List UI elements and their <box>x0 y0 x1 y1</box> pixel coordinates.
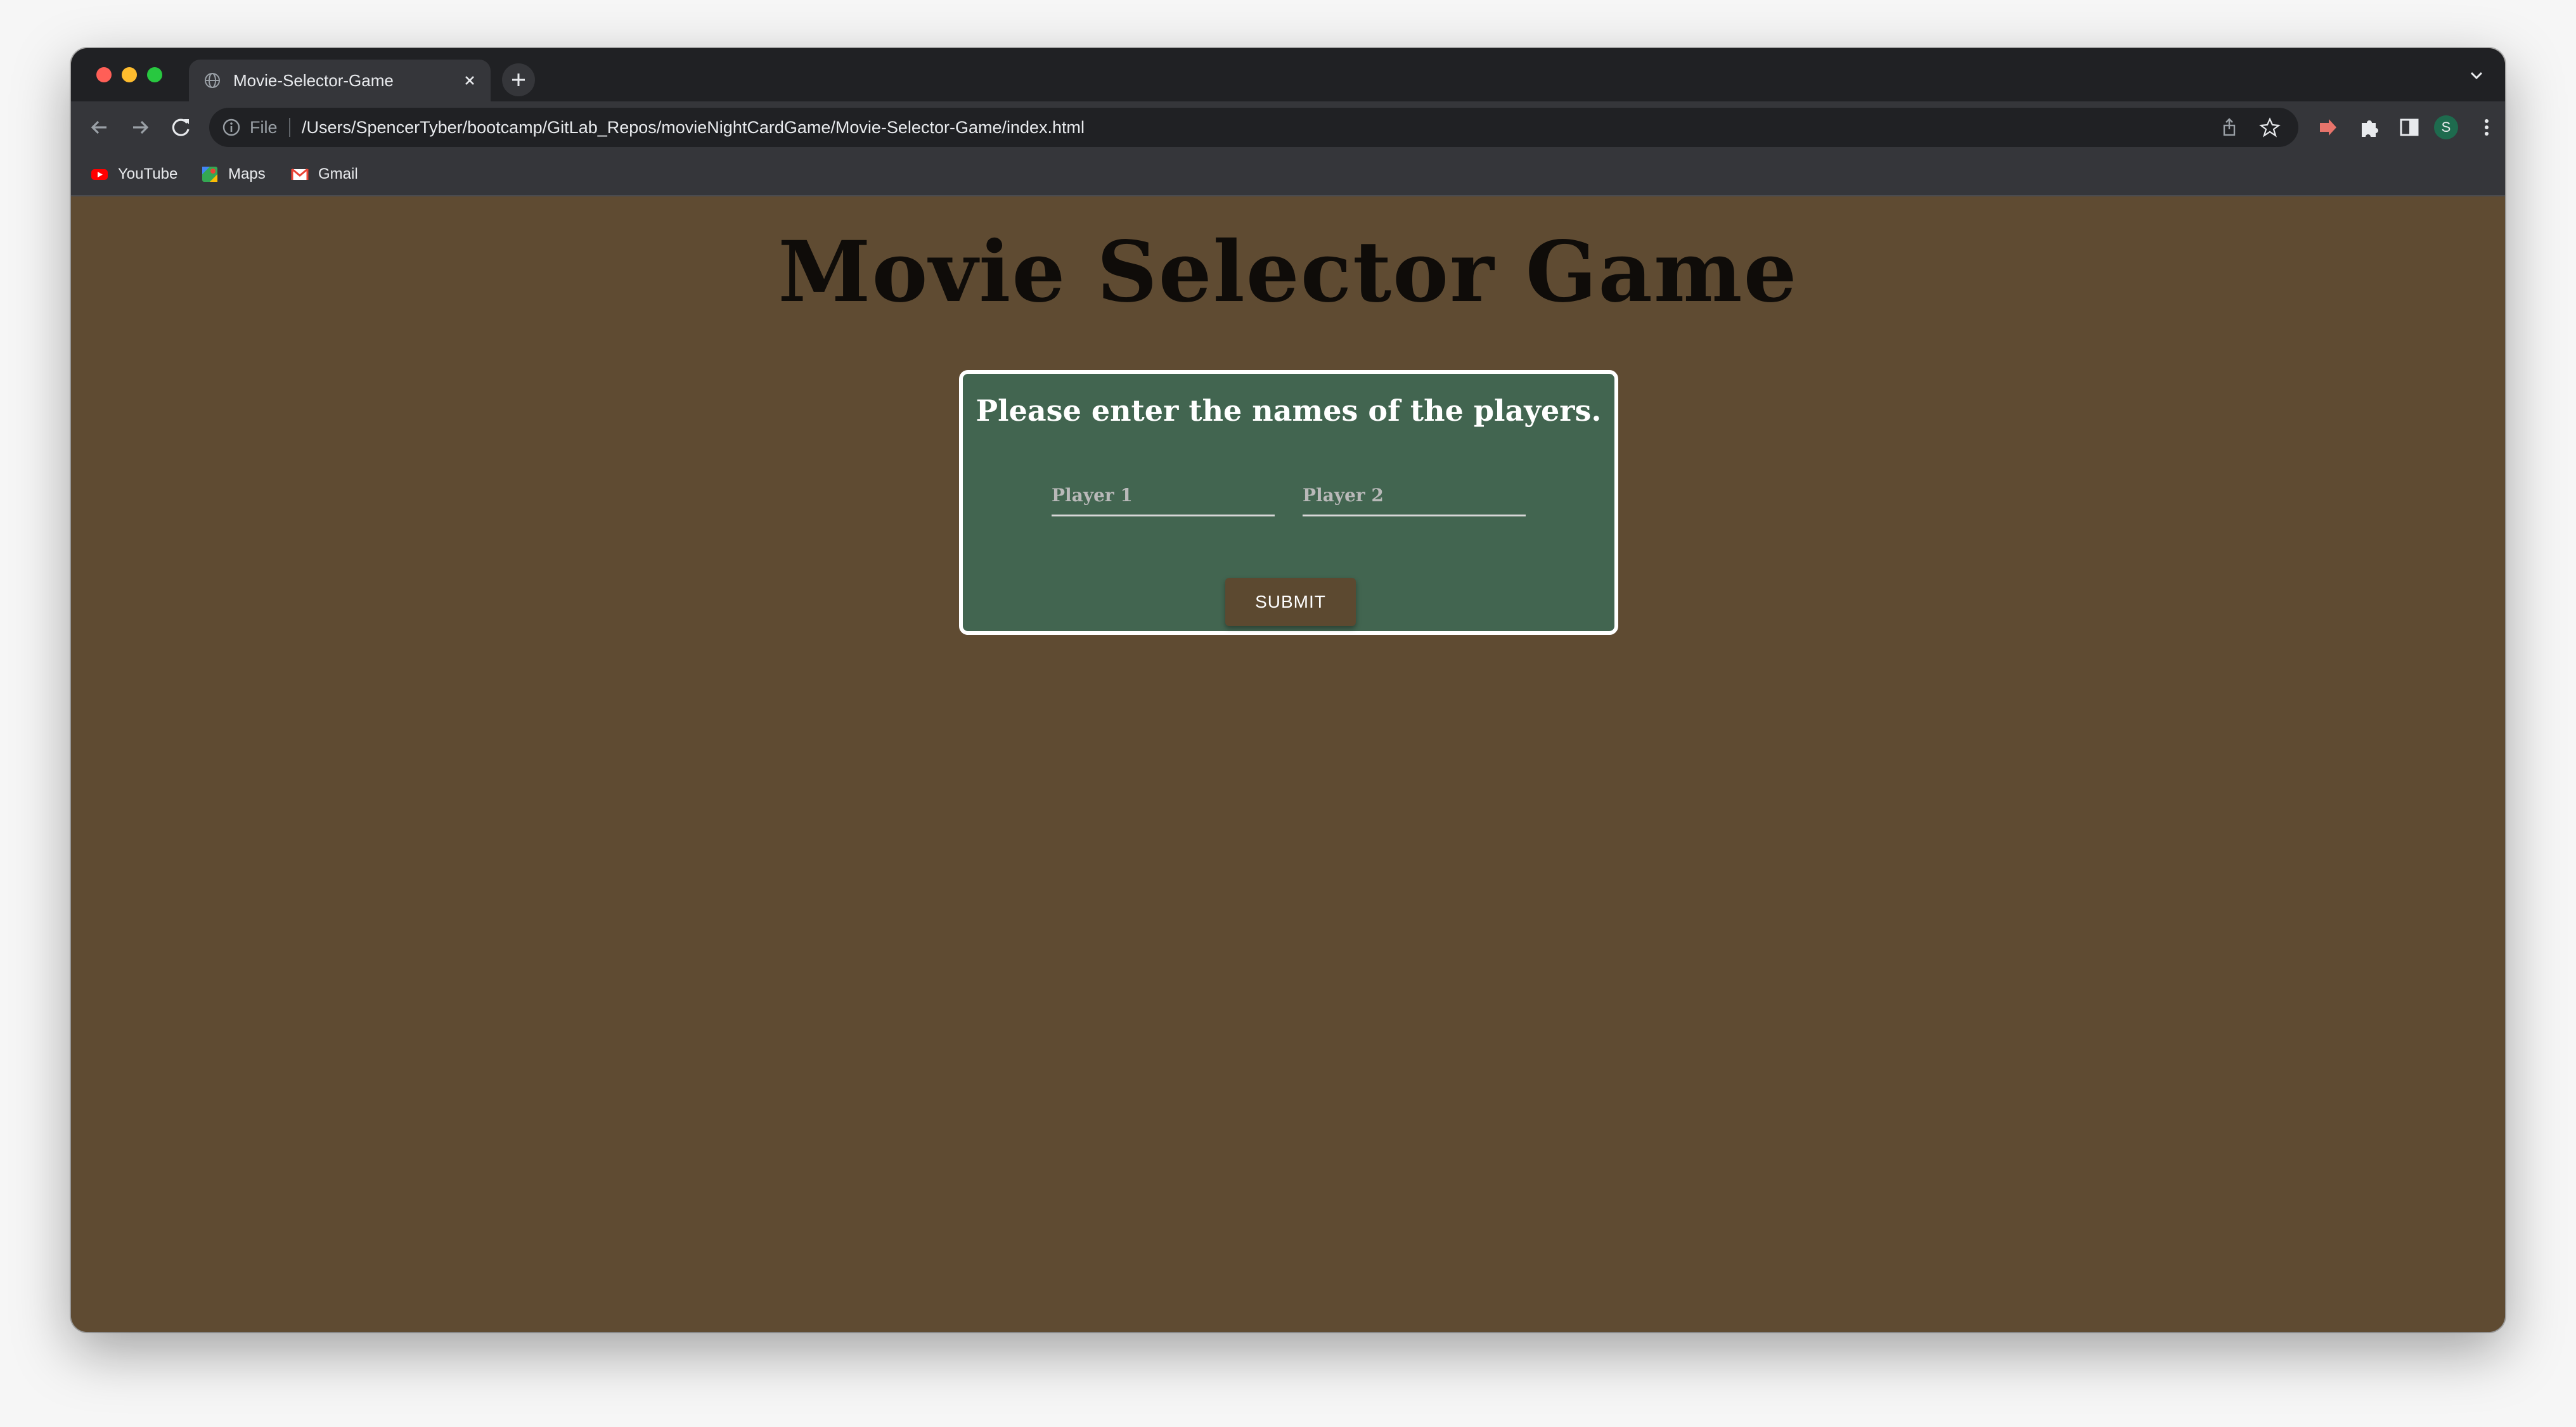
tab-strip: Movie-Selector-Game <box>71 48 2505 101</box>
new-tab-button[interactable] <box>502 63 535 96</box>
bookmark-youtube[interactable]: YouTube <box>90 163 177 185</box>
url-scheme-label: File <box>250 118 278 137</box>
page-title: Movie Selector Game <box>778 223 1798 321</box>
bookmark-star-icon[interactable] <box>2259 117 2281 138</box>
side-panel-icon[interactable] <box>2396 114 2423 141</box>
reload-icon[interactable] <box>167 114 194 141</box>
maps-icon <box>202 167 217 182</box>
puzzle-extensions-icon[interactable] <box>2355 114 2382 141</box>
player1-input[interactable] <box>1052 475 1275 515</box>
form-heading: Please enter the names of the players. <box>976 394 1602 428</box>
submit-button[interactable]: SUBMIT <box>1225 578 1356 626</box>
bookmark-label: Maps <box>228 165 266 182</box>
close-window-button[interactable] <box>96 67 112 82</box>
kebab-menu-icon[interactable] <box>2473 114 2500 141</box>
bookmarks-bar: YouTube Maps Gmail <box>71 153 2505 196</box>
browser-toolbar: File /Users/SpencerTyber/bootcamp/GitLab… <box>71 101 2505 153</box>
youtube-icon <box>91 169 108 180</box>
address-bar[interactable]: File /Users/SpencerTyber/bootcamp/GitLab… <box>209 108 2298 147</box>
tab-movie-selector-game[interactable]: Movie-Selector-Game <box>189 60 491 101</box>
player2-input[interactable] <box>1303 475 1526 515</box>
zoom-window-button[interactable] <box>147 67 162 82</box>
share-icon[interactable] <box>2219 117 2240 138</box>
back-arrow-icon[interactable] <box>86 114 113 141</box>
address-separator <box>289 118 290 137</box>
tab-title: Movie-Selector-Game <box>233 71 394 90</box>
player1-field-wrapper <box>1052 475 1275 516</box>
globe-icon <box>205 73 220 88</box>
browser-window: Movie-Selector-Game File /Users/SpencerT… <box>71 48 2505 1332</box>
bookmark-gmail[interactable]: Gmail <box>290 163 358 185</box>
bookmark-maps[interactable]: Maps <box>200 163 266 185</box>
player-names-form: Please enter the names of the players. S… <box>959 370 1618 635</box>
profile-avatar[interactable]: S <box>2434 115 2458 139</box>
forward-arrow-icon[interactable] <box>127 114 153 141</box>
gmail-icon <box>291 168 309 180</box>
bookmark-label: YouTube <box>118 165 178 182</box>
bookmark-label: Gmail <box>318 165 358 182</box>
tab-search-chevron-icon[interactable] <box>2467 66 2486 85</box>
close-tab-icon[interactable] <box>460 71 479 90</box>
plus-icon <box>512 74 525 86</box>
page-content: Movie Selector Game Please enter the nam… <box>71 196 2505 1332</box>
player2-field-wrapper <box>1303 475 1526 516</box>
info-icon[interactable] <box>222 118 241 137</box>
url-text[interactable]: /Users/SpencerTyber/bootcamp/GitLab_Repo… <box>302 117 1085 138</box>
extension-red-icon[interactable] <box>2315 114 2341 141</box>
minimize-window-button[interactable] <box>122 67 137 82</box>
